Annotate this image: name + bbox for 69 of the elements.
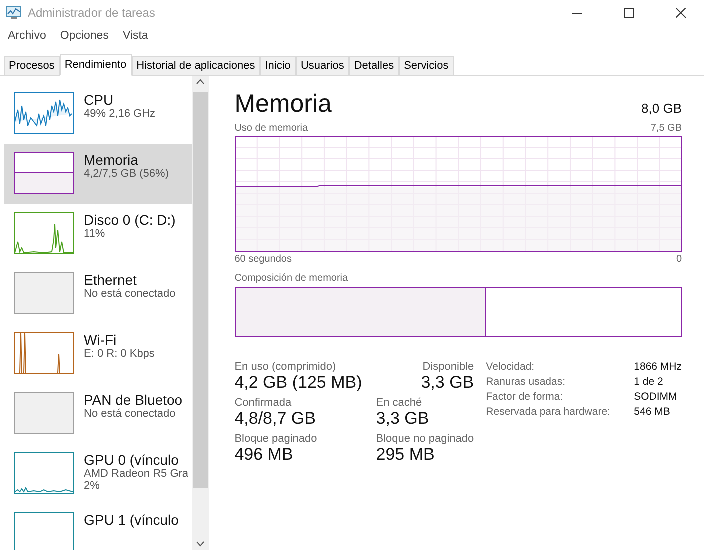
detail-label: Reservada para hardware: — [486, 406, 612, 418]
item-detail: 4,2/7,5 GB (56%) — [84, 168, 169, 180]
maximize-icon[interactable] — [624, 8, 634, 18]
menu-item[interactable]: Vista — [122, 30, 148, 47]
scroll-down-icon[interactable] — [196, 541, 205, 547]
stat-value: 3,3 GB — [376, 409, 430, 429]
menu-item[interactable]: Archivo — [8, 30, 46, 47]
tab[interactable]: Inicio — [260, 56, 296, 75]
item-name: CPU — [84, 92, 115, 108]
tab[interactable]: Historial de aplicaciones — [132, 56, 260, 75]
scrollbar[interactable] — [192, 76, 209, 550]
section-title: Memoria — [234, 90, 332, 119]
item-name: GPU 1 (vínculo — [84, 512, 179, 528]
stat-label: En uso (comprimido) — [234, 361, 338, 373]
stat-label: Bloque no paginado — [376, 433, 474, 445]
sidebar-item[interactable]: Wi-Fi E: 0 R: 0 Kbps — [4, 324, 192, 384]
item-detail: No está conectado — [84, 408, 177, 420]
tab[interactable]: Rendimiento — [60, 54, 132, 76]
close-icon[interactable] — [676, 8, 686, 18]
axis-label: 0 — [676, 254, 682, 265]
detail-value: 1866 MHz — [634, 361, 682, 373]
stat-value: 295 MB — [376, 445, 436, 465]
item-detail: AMD Radeon R5 Gra — [84, 468, 189, 480]
item-detail: E: 0 R: 0 Kbps — [84, 348, 155, 360]
item-name: Disco 0 (C: D:) — [84, 212, 176, 228]
stat-label: Confirmada — [234, 397, 293, 409]
monitor-icon — [6, 6, 22, 20]
sidebar-item[interactable]: CPU 49% 2,16 GHz — [4, 84, 192, 144]
detail-value: 1 de 2 — [634, 376, 664, 388]
detail-value: 546 MB — [634, 406, 672, 418]
item-detail: 11% — [84, 228, 106, 240]
tab[interactable]: Servicios — [399, 56, 454, 75]
chart-label: Uso de memoria — [234, 123, 308, 134]
minimize-icon[interactable] — [572, 12, 582, 14]
stat-value: 4,2 GB (125 MB) — [234, 373, 362, 393]
item-detail: 49% 2,16 GHz — [84, 108, 156, 120]
stat-value: 3,3 GB — [421, 373, 474, 393]
stat-label: En caché — [376, 397, 424, 409]
item-name: GPU 0 (vínculo — [84, 452, 180, 468]
item-name: Wi-Fi — [84, 332, 118, 348]
menu-item[interactable]: Opciones — [60, 30, 109, 47]
item-detail: No está conectado — [84, 288, 176, 300]
tab[interactable]: Detalles — [349, 56, 400, 75]
detail-value: SODIMM — [634, 391, 678, 403]
chart-max: 7,5 GB — [650, 123, 682, 134]
item-name: Ethernet — [84, 272, 138, 288]
sidebar-item[interactable]: PAN de Bluetoo No está conectado — [4, 384, 192, 444]
detail-label: Ranuras usadas: — [486, 376, 567, 388]
sidebar-item[interactable]: GPU 1 (vínculo — [4, 504, 192, 550]
total-memory: 8,0 GB — [642, 101, 682, 116]
window-title: Administrador de tareas — [28, 6, 156, 20]
sidebar-item[interactable]: Disco 0 (C: D:) 11% — [4, 204, 192, 264]
item-name: Memoria — [84, 152, 140, 168]
stat-value: 4,8/8,7 GB — [234, 409, 317, 429]
sidebar-item[interactable]: GPU 0 (vínculo AMD Radeon R5 Gra 2% — [4, 444, 192, 504]
detail-label: Factor de forma: — [486, 391, 564, 403]
tab[interactable]: Procesos — [4, 56, 60, 75]
item-name: PAN de Bluetoo — [84, 392, 183, 408]
tab[interactable]: Usuarios — [296, 56, 350, 75]
detail-label: Velocidad: — [486, 361, 536, 373]
item-detail: 2% — [84, 480, 101, 492]
sidebar-item[interactable]: Ethernet No está conectado — [4, 264, 192, 324]
axis-label: 60 segundos — [234, 254, 292, 265]
sidebar-item[interactable]: Memoria 4,2/7,5 GB (56%) — [4, 144, 192, 204]
chart-label: Composición de memoria — [234, 273, 348, 284]
scroll-up-icon[interactable] — [196, 79, 205, 85]
stat-label: Disponible — [422, 361, 474, 373]
stat-value: 496 MB — [234, 445, 294, 465]
stat-label: Bloque paginado — [234, 433, 318, 445]
